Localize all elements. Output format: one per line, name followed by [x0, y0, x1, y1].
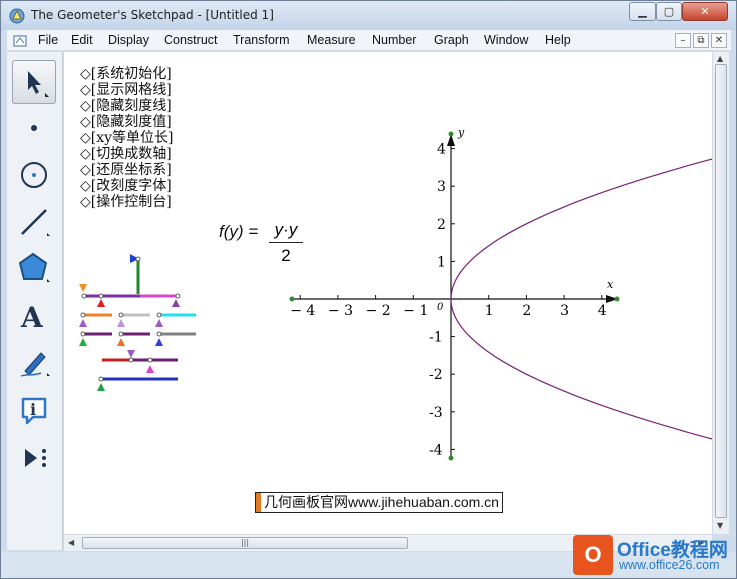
menu-measure[interactable]: Measure [307, 33, 356, 47]
svg-text:A: A [20, 301, 44, 332]
y-tick-label: -1 [429, 330, 443, 346]
x-tick-label: 1 [485, 303, 494, 319]
text-tool[interactable]: A [12, 294, 56, 338]
title-bar: The Geometer's Sketchpad - [Untitled 1] … [1, 1, 736, 30]
coordinate-plot: x y 0 − 4 − 3 − 2 − 1 1 2 3 4 4 3 2 1 -1 -2 -3 -4 [289, 126, 712, 461]
minimize-icon: ▁ [638, 5, 647, 18]
compass-icon [21, 162, 47, 188]
origin-label: 0 [437, 302, 444, 313]
custom-tool[interactable] [12, 436, 56, 480]
menu-window[interactable]: Window [484, 33, 528, 47]
y-axis-top-point[interactable] [448, 131, 454, 137]
compass-tool[interactable] [12, 153, 56, 197]
window-title: The Geometer's Sketchpad - [Untitled 1] [31, 8, 274, 22]
menu-edit[interactable]: Edit [71, 33, 93, 47]
x-tick-label: − 4 [290, 303, 315, 319]
doc-restore-button[interactable]: ⧉ [693, 33, 709, 48]
polygon-tool[interactable] [12, 246, 56, 290]
close-icon: ✕ [700, 5, 710, 18]
y-tick-label: 3 [437, 179, 446, 195]
scroll-left-icon[interactable]: ◀ [68, 538, 74, 547]
x-axis-label: x [607, 278, 614, 291]
grip-icon: ||| [240, 538, 250, 547]
scroll-down-icon[interactable]: ▼ [717, 521, 723, 530]
x-tick-label: 3 [560, 303, 569, 319]
information-icon: i [21, 397, 47, 425]
y-tick-label: 1 [437, 254, 446, 270]
menu-construct[interactable]: Construct [164, 33, 218, 47]
arrow-select-icon [28, 71, 49, 97]
y-tick-label: -4 [429, 442, 443, 458]
office-logo-icon: O [573, 535, 613, 575]
marker-pen-icon [20, 352, 50, 377]
point-icon [31, 125, 37, 131]
custom-tools-icon [25, 449, 46, 467]
point-tool[interactable] [12, 106, 56, 150]
vertical-scroll-thumb[interactable] [715, 64, 727, 518]
x-axis-left-point[interactable] [289, 296, 295, 302]
sketchpad-app-icon [9, 8, 25, 24]
y-tick-label: 2 [437, 217, 446, 233]
menu-file[interactable]: File [38, 33, 58, 47]
minimize-button[interactable]: ▁ [629, 2, 656, 21]
office-url: www.office26.com [619, 558, 720, 572]
x-tick-label: 2 [522, 303, 531, 319]
y-tick-label: 4 [437, 142, 446, 158]
menu-display[interactable]: Display [108, 33, 149, 47]
straightedge-tool[interactable] [12, 200, 56, 244]
toolbox: A i [7, 52, 63, 550]
minimize-icon: – [680, 35, 686, 46]
doc-minimize-button[interactable]: – [675, 33, 691, 48]
information-tool[interactable]: i [12, 388, 56, 432]
doc-close-button[interactable]: ✕ [711, 33, 727, 48]
x-axis-right-point[interactable] [614, 296, 620, 302]
menu-help[interactable]: Help [545, 33, 571, 47]
restore-icon: ⧉ [697, 35, 705, 46]
x-tick-label: 4 [598, 303, 607, 319]
marker-tool[interactable] [12, 340, 56, 384]
y-axis-bottom-point[interactable] [448, 455, 454, 461]
x-tick-label: − 3 [328, 303, 353, 319]
menu-transform[interactable]: Transform [233, 33, 290, 47]
vertical-scrollbar[interactable]: ▲ ▼ [712, 52, 729, 534]
y-tick-label: -2 [429, 367, 443, 383]
document-icon[interactable] [13, 34, 27, 48]
office-watermark: O Office教程网 www.office26.com [567, 531, 737, 579]
sketch-canvas[interactable]: ◇[系统初始化] ◇[显示网格线] ◇[隐藏刻度线] ◇[隐藏刻度值] ◇[xy… [64, 52, 712, 534]
y-axis-label: y [457, 126, 465, 139]
y-tick-label: -3 [429, 405, 443, 421]
close-button[interactable]: ✕ [682, 2, 728, 21]
arrow-tool[interactable] [12, 60, 56, 104]
scroll-up-icon[interactable]: ▲ [717, 54, 723, 63]
text-a-icon: A [20, 301, 44, 332]
app-window: The Geometer's Sketchpad - [Untitled 1] … [0, 0, 737, 579]
horizontal-scroll-thumb[interactable]: ||| [82, 537, 408, 549]
x-tick-label: − 2 [366, 303, 391, 319]
svg-text:i: i [30, 400, 36, 419]
menu-graph[interactable]: Graph [434, 33, 469, 47]
menu-bar: File Edit Display Construct Transform Me… [7, 30, 731, 51]
maximize-icon: ▢ [663, 5, 675, 18]
site-watermark: 几何画板官网www.jihehuaban.com.cn [255, 492, 503, 513]
close-icon: ✕ [714, 35, 724, 46]
maximize-button[interactable]: ▢ [656, 2, 682, 21]
menu-number[interactable]: Number [372, 33, 416, 47]
polygon-icon [18, 252, 50, 282]
x-tick-label: − 1 [403, 303, 428, 319]
straightedge-icon [21, 209, 50, 236]
